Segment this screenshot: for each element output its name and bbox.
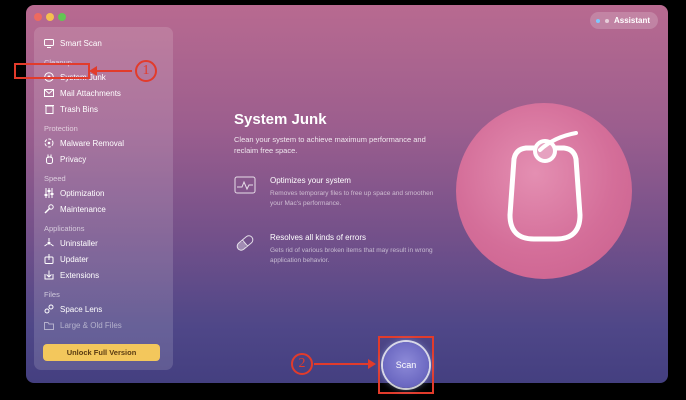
feature-description: Removes temporary files to free up space… [270, 190, 434, 207]
biohazard-icon [44, 138, 54, 148]
sidebar-item-label: Extensions [60, 270, 100, 280]
assistant-dot-icon [604, 18, 609, 23]
close-window-button[interactable] [34, 13, 42, 21]
space-lens-icon [44, 304, 54, 314]
highlight-box-system-junk [14, 63, 90, 79]
sidebar-item-label: Large & Old Files [60, 320, 122, 330]
monitor-icon [44, 38, 54, 48]
wrench-icon [44, 204, 54, 214]
extensions-icon [44, 270, 54, 280]
sidebar-item-label: Malware Removal [60, 138, 125, 148]
annotation-marker-1: 1 [135, 60, 157, 82]
section-heading-files: Files [44, 290, 60, 299]
sidebar-item-updater[interactable]: Updater [44, 254, 88, 264]
sidebar-item-optimization[interactable]: Optimization [44, 188, 104, 198]
sidebar-item-malware-removal[interactable]: Malware Removal [44, 138, 124, 148]
sliders-icon [44, 188, 54, 198]
assistant-label: Assistant [613, 16, 650, 25]
sidebar-item-label: Maintenance [60, 204, 106, 214]
assistant-button[interactable]: Assistant [589, 12, 658, 29]
sidebar-item-smart-scan[interactable]: Smart Scan [44, 38, 102, 48]
sidebar-item-trash-bins[interactable]: Trash Bins [44, 104, 98, 114]
sidebar-item-label: Updater [60, 254, 89, 264]
section-heading-protection: Protection [44, 124, 78, 133]
sidebar-item-label: Smart Scan [60, 38, 102, 48]
folder-icon [44, 320, 54, 330]
trash-icon [44, 104, 54, 114]
sidebar-item-extensions[interactable]: Extensions [44, 270, 99, 280]
sidebar-item-privacy[interactable]: Privacy [44, 154, 86, 164]
sidebar-item-space-lens[interactable]: Space Lens [44, 304, 102, 314]
minimize-window-button[interactable] [46, 13, 54, 21]
sidebar-item-large-old-files[interactable]: Large & Old Files [44, 320, 122, 330]
sidebar-item-maintenance[interactable]: Maintenance [44, 204, 106, 214]
sidebar-item-label: Mail Attachments [60, 88, 121, 98]
feature-description: Gets rid of various broken items that ma… [270, 247, 433, 264]
sidebar-item-label: Uninstaller [60, 238, 98, 248]
scan-button[interactable]: Scan [383, 342, 429, 388]
unlock-full-version-button[interactable]: Unlock Full Version [43, 344, 160, 361]
annotation-arrow [314, 363, 370, 365]
pill-icon [234, 232, 256, 254]
feature-title: Optimizes your system [270, 176, 351, 185]
feature-title: Resolves all kinds of errors [270, 233, 367, 242]
hand-icon [44, 154, 54, 164]
pulse-icon [234, 175, 256, 197]
mail-icon [44, 88, 54, 98]
annotation-arrow [92, 70, 132, 72]
uninstaller-icon [44, 238, 54, 248]
section-heading-applications: Applications [44, 224, 85, 233]
assistant-dot-icon [595, 18, 600, 23]
annotation-marker-2: 2 [291, 353, 313, 375]
sidebar-item-label: Trash Bins [60, 104, 98, 114]
zoom-window-button[interactable] [58, 13, 66, 21]
sidebar-item-label: Space Lens [60, 304, 103, 314]
arrow-head-icon [89, 66, 97, 76]
sidebar-item-mail-attachments[interactable]: Mail Attachments [44, 88, 121, 98]
section-heading-speed: Speed [44, 174, 66, 183]
page-description: Clean your system to achieve maximum per… [234, 135, 426, 155]
sidebar-item-label: Privacy [60, 154, 87, 164]
sidebar-item-label: Optimization [60, 188, 105, 198]
app-window: Assistant Smart Scan Cleanup System Junk… [26, 5, 668, 383]
system-junk-hero-icon [456, 103, 632, 279]
page-title: System Junk [234, 111, 327, 128]
arrow-head-icon [368, 359, 376, 369]
updater-icon [44, 254, 54, 264]
sidebar-item-uninstaller[interactable]: Uninstaller [44, 238, 98, 248]
